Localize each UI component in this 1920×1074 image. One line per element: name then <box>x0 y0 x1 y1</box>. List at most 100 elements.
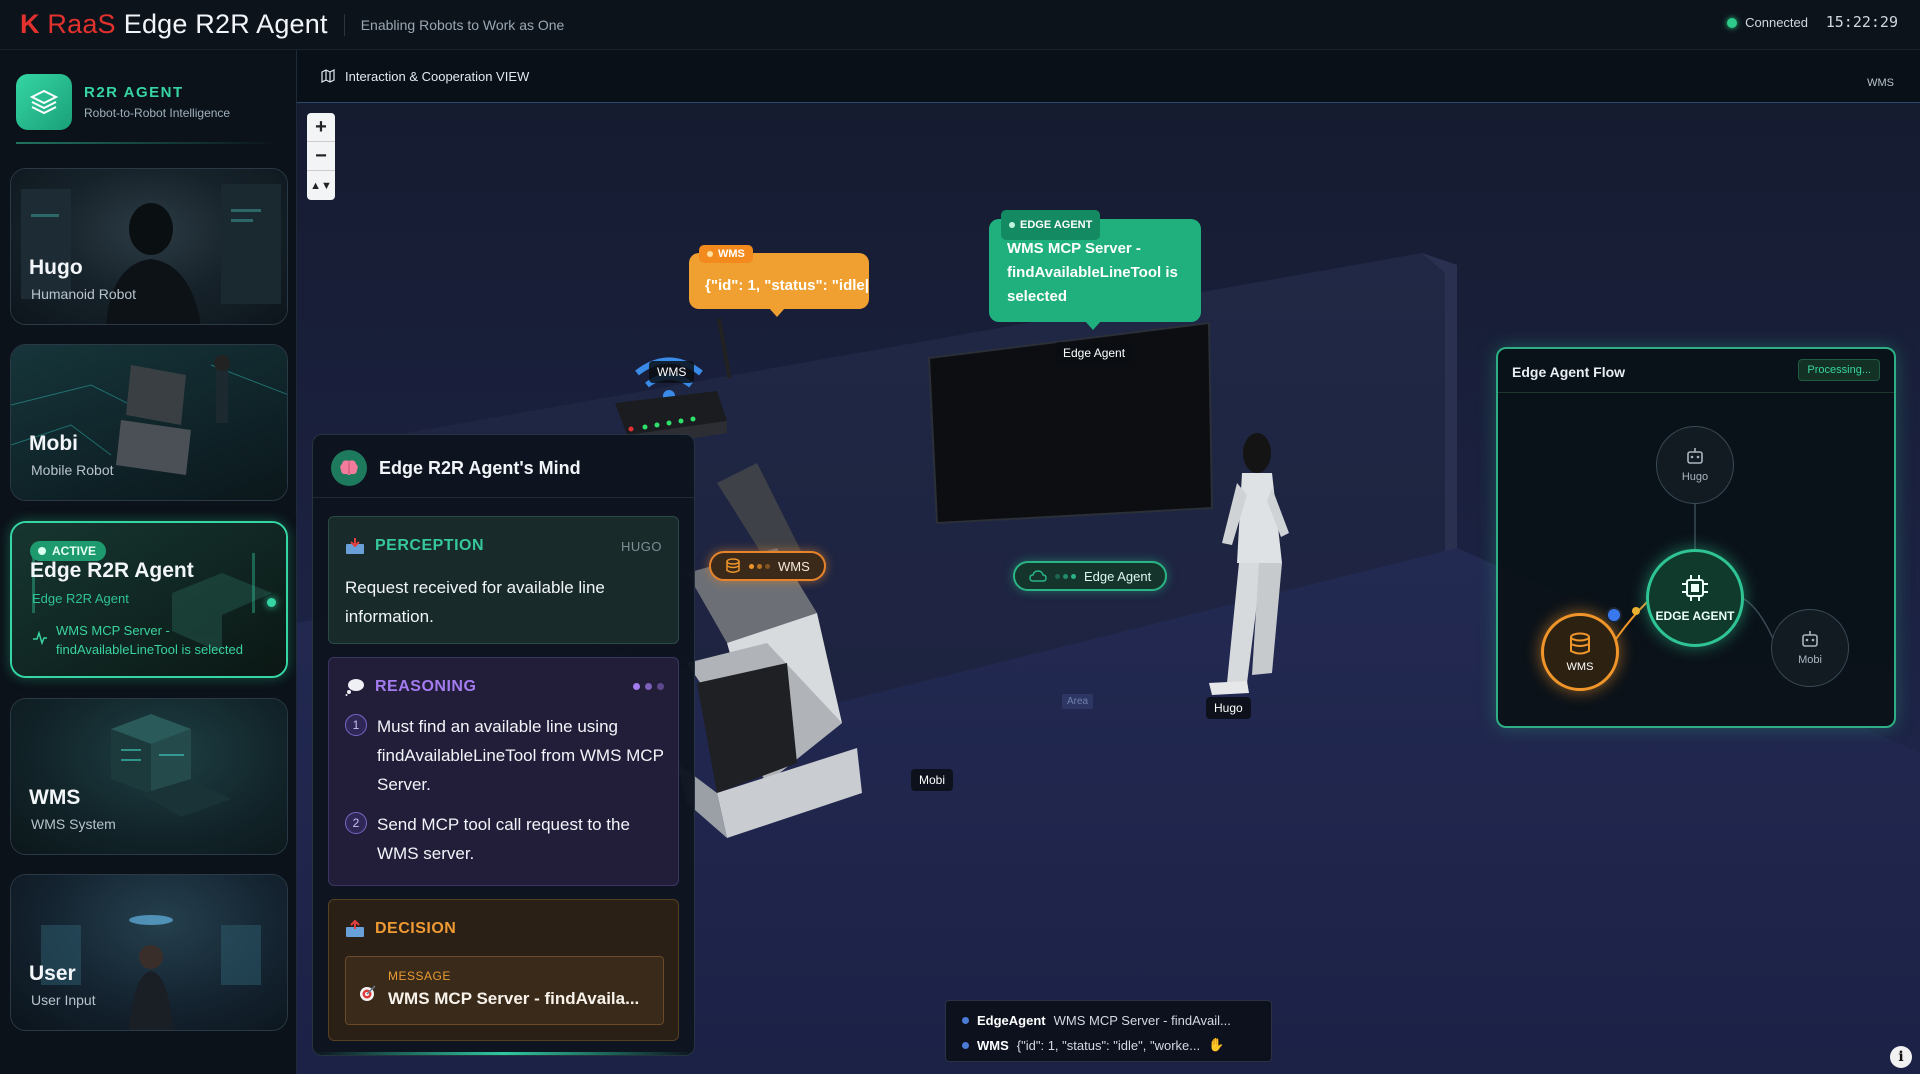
flow-node-label: WMS <box>1566 660 1594 673</box>
active-dot-icon <box>38 547 46 555</box>
brand-raas: RaaS <box>47 9 116 39</box>
wms-tag-dot-icon <box>707 251 713 257</box>
scene-label-hugo[interactable]: Hugo <box>1206 697 1251 719</box>
agent-card-mobi[interactable]: Mobi Mobile Robot <box>10 344 288 501</box>
zoom-out-button[interactable]: − <box>307 142 335 171</box>
badge-label: ACTIVE <box>52 544 97 558</box>
chip-icon <box>1682 575 1708 601</box>
scene-label-mobi[interactable]: Mobi <box>911 769 954 791</box>
log-dot-icon <box>962 1017 969 1024</box>
top-bar: K RaaS Edge R2R Agent Enabling Robots to … <box>0 0 1920 50</box>
activity-icon <box>33 631 47 645</box>
flow-node-label: Hugo <box>1681 471 1709 483</box>
log-source: EdgeAgent <box>977 1013 1046 1028</box>
decision-header: DECISION <box>345 920 456 938</box>
bubble-tail <box>769 308 785 317</box>
robot-icon <box>1687 448 1703 464</box>
app-brand: K RaaS Edge R2R Agent <box>20 9 328 40</box>
flow-dots-icon <box>1055 573 1076 579</box>
log-entry: EdgeAgent WMS MCP Server - findAvail... <box>962 1013 1231 1028</box>
agent-card-wms[interactable]: WMS WMS System <box>10 698 288 855</box>
decision-message-value: WMS MCP Server - findAvaila... <box>388 989 640 1008</box>
thought-bubble-icon <box>345 679 364 696</box>
app-title: Edge R2R Agent <box>123 9 328 39</box>
sidebar-logo: R2R AGENT Robot-to-Robot Intelligence <box>16 74 230 130</box>
logo-divider <box>16 142 280 144</box>
agent-card-hugo[interactable]: Hugo Humanoid Robot <box>10 168 288 325</box>
brain-icon <box>331 450 367 486</box>
edge-tag-dot-icon <box>1009 222 1015 228</box>
decision-message-label: MESSAGE <box>388 969 451 983</box>
interaction-view[interactable]: + − ▲▼ WMS {"id": 1, "status": "idle| ED… <box>297 102 1920 1074</box>
perception-header: PERCEPTION <box>345 537 484 555</box>
flow-node-hugo[interactable]: Hugo <box>1656 426 1734 504</box>
agent-activity-message: WMS MCP Server - findAvailableLineTool i… <box>56 623 243 657</box>
reasoning-label: REASONING <box>375 678 477 695</box>
zoom-controls: + − ▲▼ <box>307 113 335 200</box>
edge-agent-flow-panel: Edge Agent Flow Processing... Hugo EDGE … <box>1496 347 1896 728</box>
agent-role: Edge R2R Agent <box>32 591 129 606</box>
log-text: {"id": 1, "status": "idle", "worke... <box>1016 1037 1201 1053</box>
robot-icon <box>1802 631 1818 647</box>
agent-name: Edge R2R Agent <box>30 559 194 582</box>
decision-label: DECISION <box>375 920 457 937</box>
clock: 15:22:29 <box>1825 13 1898 31</box>
wms-bubble-tag: WMS <box>699 245 753 263</box>
connection-label: Connected <box>1745 15 1808 30</box>
connection-dot-icon <box>1727 17 1738 28</box>
status-badge: ACTIVE <box>30 541 107 561</box>
outbox-icon <box>346 920 364 937</box>
target-icon <box>360 985 376 1001</box>
thinking-dots-icon <box>633 683 664 690</box>
logo-title: R2R AGENT <box>84 84 184 101</box>
wms-pill-label: WMS <box>778 558 810 574</box>
step-text: Send MCP tool call request to the WMS se… <box>377 815 630 863</box>
step-number: 2 <box>345 812 367 834</box>
reasoning-section: REASONING 1 Must find an available line … <box>328 657 679 886</box>
mind-title: Edge R2R Agent's Mind <box>379 457 581 478</box>
agent-card-edge-r2r[interactable]: ACTIVE Edge R2R Agent Edge R2R Agent WMS… <box>10 521 288 678</box>
brand-k: K <box>20 9 40 39</box>
zoom-in-button[interactable]: + <box>307 113 335 142</box>
map-icon <box>321 69 335 83</box>
edge-bubble-text: WMS MCP Server - findAvailableLineTool i… <box>1007 240 1178 305</box>
flow-node-wms[interactable]: WMS <box>1541 613 1619 691</box>
edge-agent-speech-bubble: EDGE AGENT WMS MCP Server - findAvailabl… <box>989 210 1201 330</box>
agent-role: Mobile Robot <box>31 462 114 478</box>
wms-flow-pill[interactable]: WMS <box>709 551 826 581</box>
sidebar: R2R AGENT Robot-to-Robot Intelligence Hu… <box>0 50 297 1074</box>
info-icon[interactable]: i <box>1890 1046 1912 1068</box>
wms-bubble-tag-label: WMS <box>718 248 745 260</box>
log-source: WMS <box>977 1037 1009 1053</box>
mind-divider <box>313 497 694 498</box>
scene-label-edge-agent[interactable]: Edge Agent <box>1055 342 1134 364</box>
wms-speech-bubble: WMS {"id": 1, "status": "idle| <box>689 245 869 317</box>
agent-name: Mobi <box>29 432 78 455</box>
step-number: 1 <box>345 714 367 736</box>
flow-node-label: Mobi <box>1798 654 1822 666</box>
message-log: EdgeAgent WMS MCP Server - findAvail... … <box>945 1000 1272 1062</box>
reasoning-step: 1 Must find an available line using find… <box>345 712 667 799</box>
agent-role: WMS System <box>31 816 116 832</box>
reset-north-button[interactable]: ▲▼ <box>307 171 335 200</box>
log-text: WMS MCP Server - findAvail... <box>1053 1013 1231 1028</box>
hand-cursor-icon: ✋ <box>1208 1037 1225 1052</box>
agent-mind-panel: Edge R2R Agent's Mind PERCEPTION HUGO Re… <box>312 434 695 1056</box>
flow-node-edge-agent[interactable]: EDGE AGENT <box>1646 549 1744 647</box>
view-wms-tag: WMS <box>1867 77 1894 89</box>
decision-section: DECISION MESSAGE WMS MCP Server - findAv… <box>328 899 679 1041</box>
logo-subtitle: Robot-to-Robot Intelligence <box>84 106 231 120</box>
flow-node-mobi[interactable]: Mobi <box>1771 609 1849 687</box>
step-text: Must find an available line using findAv… <box>377 717 664 794</box>
edge-agent-flow-pill[interactable]: Edge Agent <box>1013 561 1168 591</box>
log-dot-icon <box>962 1041 969 1049</box>
edge-pill-label: Edge Agent <box>1084 568 1152 584</box>
scene-label-wms[interactable]: WMS <box>649 361 695 383</box>
mind-glow-line <box>313 1052 694 1055</box>
app-tagline: Enabling Robots to Work as One <box>343 13 564 36</box>
agent-card-user[interactable]: User User Input <box>10 874 288 1031</box>
active-connector-dot <box>267 598 276 607</box>
area-tag: Area <box>1062 694 1094 709</box>
layers-icon <box>16 74 72 130</box>
log-entry: WMS {"id": 1, "status": "idle", "worke..… <box>962 1037 1224 1053</box>
